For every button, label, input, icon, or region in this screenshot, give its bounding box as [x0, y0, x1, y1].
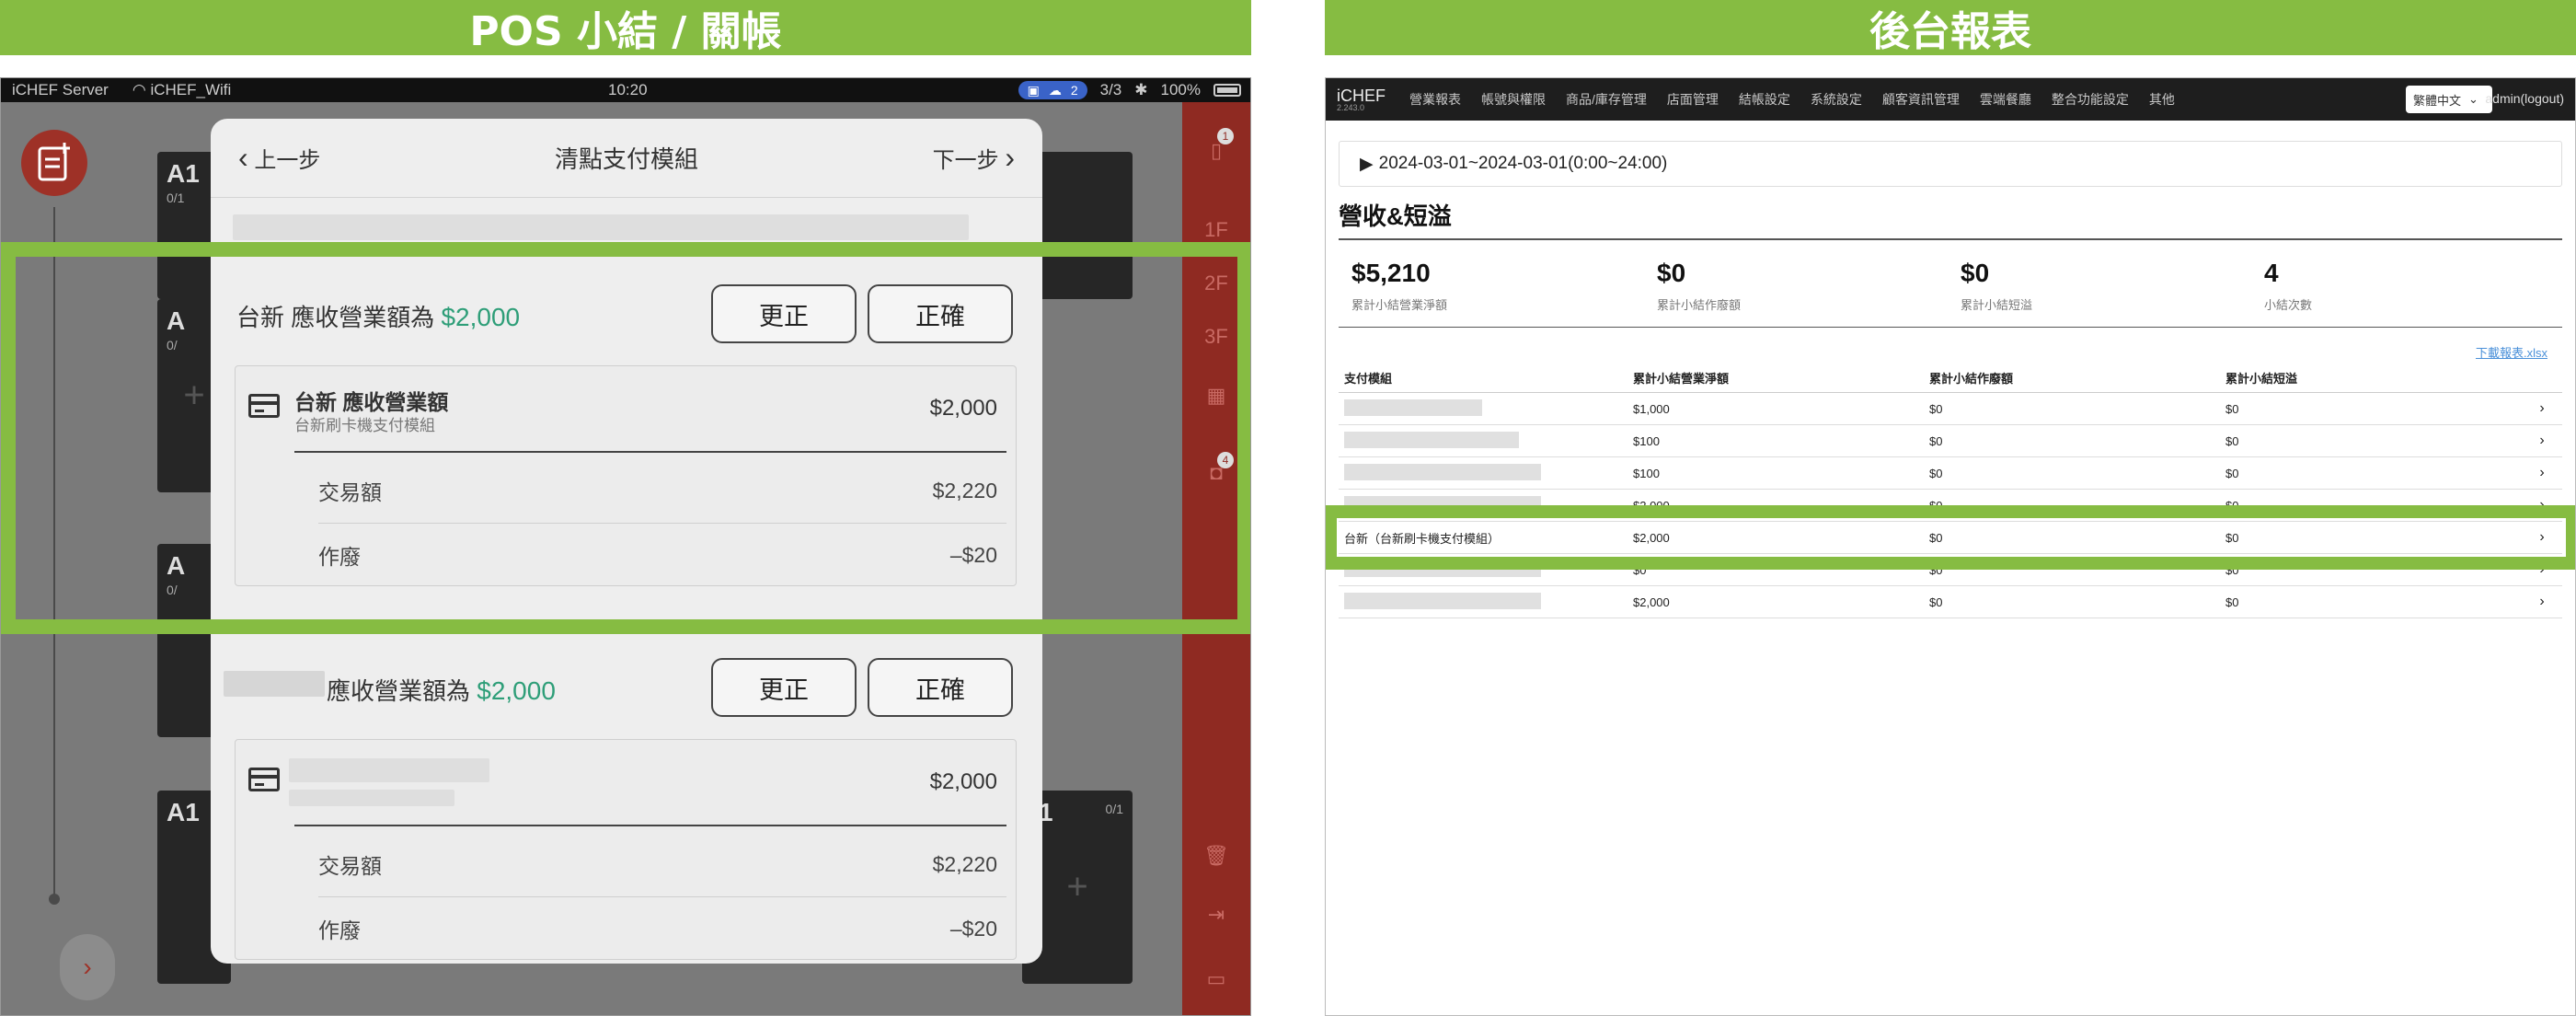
- chevron-right-icon: ›: [1005, 141, 1015, 174]
- list-item: 作廢 –$20: [318, 916, 997, 943]
- divider: [1339, 238, 2562, 240]
- trash-icon[interactable]: 🗑: [1182, 844, 1250, 868]
- table-row[interactable]: $100 $0 $0 ›: [1339, 425, 2562, 457]
- plus-icon: +: [1066, 866, 1088, 907]
- list-item: 交易額 $2,220: [318, 851, 997, 879]
- admin-logout-link[interactable]: admin(logout): [2485, 91, 2564, 106]
- payment-box: $2,000 交易額 $2,220 作廢 –$20: [235, 739, 1017, 960]
- floor-1f[interactable]: 1F: [1182, 218, 1250, 242]
- printer-icon: ▣: [1027, 82, 1040, 98]
- backoffice-banner-title: 後台報表: [1869, 8, 2031, 55]
- placeholder-bar: [1344, 592, 1541, 609]
- brand-logo[interactable]: iCHEF 2.243.0: [1337, 87, 1386, 112]
- placeholder-bar: [289, 758, 489, 782]
- download-report-link[interactable]: 下載報表.xlsx: [2476, 343, 2547, 361]
- dialog-title: 清點支付模組: [554, 145, 698, 173]
- next-button[interactable]: 下一步 ›: [933, 141, 1015, 175]
- status-pill: ▣ ☁ 2: [1018, 81, 1087, 99]
- stat-count: 4 小結次數: [2264, 259, 2313, 312]
- chevron-right-icon: ›: [2539, 433, 2545, 448]
- chevron-right-icon: ›: [2539, 400, 2545, 416]
- timeline-dot: [49, 894, 60, 905]
- placeholder-bar: [1344, 398, 1482, 416]
- placeholder-bar: [1344, 431, 1519, 448]
- placeholder-bar: [233, 214, 969, 240]
- section-heading: 營收&短溢: [1339, 202, 1452, 230]
- status-bar: iCHEF Server ◠ iCHEF_Wifi 10:20 ▣ ☁ 2 3/3 …: [1, 78, 1250, 102]
- pos-screen: iCHEF Server ◠ iCHEF_Wifi 10:20 ▣ ☁ 2 3/3 …: [0, 77, 1251, 1016]
- cloud-icon: ☁: [1048, 82, 1062, 98]
- nav-item[interactable]: 系統設定: [1811, 90, 1862, 109]
- language-select[interactable]: 繁體中文 ⌄: [2406, 86, 2492, 113]
- table-row[interactable]: $2,000 $0 $0 ›: [1339, 586, 2562, 618]
- pos-banner: POS 小結 / 關帳: [0, 0, 1251, 55]
- battery-icon: [1213, 84, 1241, 97]
- chevron-left-icon: ‹: [238, 141, 248, 174]
- divider: [1339, 327, 2562, 328]
- badge-count: 1: [1217, 128, 1234, 144]
- nav-item[interactable]: 商品/庫存管理: [1566, 90, 1647, 109]
- battery-percent: 100%: [1160, 81, 1201, 98]
- table-header: 支付模組 累計小結營業淨額 累計小結作廢額 累計小結短溢: [1339, 364, 2562, 393]
- logout-icon[interactable]: ⇥: [1182, 903, 1250, 927]
- nav-item[interactable]: 營業報表: [1409, 90, 1461, 109]
- table-row[interactable]: $1,000 $0 $0 ›: [1339, 393, 2562, 425]
- device-count: 3/3: [1099, 81, 1122, 98]
- table-row[interactable]: $100 $0 $0 ›: [1339, 457, 2562, 490]
- dialog-header: ‹ 上一步 清點支付模組 下一步 ›: [211, 119, 1042, 198]
- bluetooth-icon: ✱: [1134, 81, 1148, 98]
- wifi-label: ◠ iCHEF_Wifi: [132, 81, 232, 98]
- stat-diff: $0 累計小結短溢: [1961, 259, 2033, 312]
- divider: [294, 825, 1006, 826]
- stat-net: $5,210 累計小結營業淨額: [1351, 259, 1448, 312]
- pos-banner-title: POS 小結 / 關帳: [469, 8, 782, 55]
- nav-item[interactable]: 顧客資訊管理: [1882, 90, 1960, 109]
- nav-item[interactable]: 店面管理: [1667, 90, 1719, 109]
- confirm-button[interactable]: 正確: [868, 658, 1013, 717]
- nav-item[interactable]: 帳號與權限: [1481, 90, 1546, 109]
- nav-item[interactable]: 雲端餐廳: [1980, 90, 2031, 109]
- highlight-frame: [1, 242, 1250, 634]
- credit-card-icon: [248, 768, 280, 791]
- chevron-down-icon: ⌄: [2468, 92, 2478, 106]
- section-title: 應收營業額為 $2,000: [327, 676, 556, 705]
- payment-amount: $2,000: [929, 769, 997, 794]
- placeholder-bar: [1344, 463, 1541, 480]
- caret-right-icon: ▶: [1360, 154, 1374, 174]
- nav-item[interactable]: 其他: [2149, 90, 2175, 109]
- nav-item[interactable]: 結帳設定: [1739, 90, 1790, 109]
- back-button[interactable]: ‹ 上一步: [238, 141, 320, 175]
- top-nav: iCHEF 2.243.0 營業報表 帳號與權限 商品/庫存管理 店面管理 結帳設…: [1326, 78, 2575, 121]
- order-icon[interactable]: [21, 130, 87, 196]
- server-label: iCHEF Server: [12, 81, 109, 98]
- backoffice-banner: 後台報表: [1325, 0, 2576, 55]
- chevron-right-icon: ›: [2539, 594, 2545, 609]
- highlight-frame: [1326, 505, 2575, 570]
- chevron-right-icon: ›: [83, 952, 92, 981]
- status-badge: 2: [1070, 83, 1078, 98]
- wifi-icon: ◠: [132, 81, 146, 98]
- backoffice-screen: iCHEF 2.243.0 營業報表 帳號與權限 商品/庫存管理 店面管理 結帳設…: [1325, 77, 2576, 1016]
- toolbox-icon[interactable]: ▭: [1182, 967, 1250, 991]
- stat-void: $0 累計小結作廢額: [1657, 259, 1742, 312]
- payment-table: 支付模組 累計小結營業淨額 累計小結作廢額 累計小結短溢 $1,000 $0 $0 ›…: [1339, 364, 2562, 618]
- correct-button[interactable]: 更正: [711, 658, 857, 717]
- chevron-right-icon: ›: [2539, 465, 2545, 480]
- date-range-toggle[interactable]: ▶ 2024-03-01~2024-03-01(0:00~24:00): [1339, 141, 2562, 187]
- receipt-icon[interactable]: ▯: [1182, 139, 1250, 163]
- nav-item[interactable]: 整合功能設定: [2052, 90, 2129, 109]
- expand-button[interactable]: ›: [60, 934, 115, 1000]
- placeholder-bar: [289, 790, 454, 806]
- placeholder-bar: [224, 671, 325, 697]
- clock: 10:20: [608, 81, 648, 98]
